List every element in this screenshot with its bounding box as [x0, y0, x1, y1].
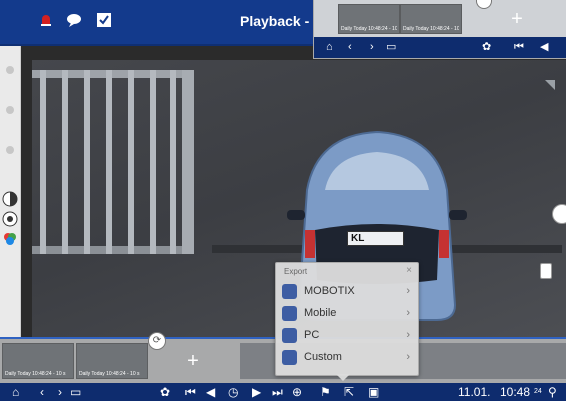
- custom-icon: [282, 350, 297, 365]
- chevron-right-icon: ›: [406, 307, 410, 319]
- mini-thumbnail[interactable]: Daily Today 10:48:24 - 10 s: [400, 4, 462, 34]
- date-display: 11.01.: [458, 385, 491, 399]
- previous-icon[interactable]: ‹: [348, 40, 352, 54]
- step-back-icon[interactable]: ◀: [206, 384, 215, 400]
- bottom-toolbar: ⌂ ‹ › ▭ ✿ ⏮ ◀ ◷ ▶ ⏭ ⊕ ⚑ ⇱ ▣ 11.01. 10:48…: [0, 383, 566, 401]
- mini-toolbar: ⌂ ‹ › ▭ ✿ ⏮ ◀: [314, 37, 566, 58]
- export-option-mobotix[interactable]: MOBOTIX ›: [282, 281, 412, 303]
- popup-pointer: [336, 374, 350, 381]
- rail-dot: [6, 106, 14, 114]
- close-icon[interactable]: ×: [406, 265, 412, 276]
- chevron-right-icon: ›: [406, 329, 410, 341]
- skip-forward-icon[interactable]: ⏭: [272, 384, 283, 400]
- previous-icon[interactable]: ‹: [40, 384, 44, 400]
- thumbnail-caption: Daily Today 10:48:24 - 10 s: [79, 371, 140, 377]
- option-label: Custom: [304, 351, 342, 363]
- contrast-icon[interactable]: [2, 191, 18, 207]
- option-label: PC: [304, 329, 320, 341]
- camera-select-icon[interactable]: ▭: [386, 40, 396, 54]
- comment-icon[interactable]: [66, 12, 82, 28]
- skip-back-icon[interactable]: ⏮: [185, 384, 196, 400]
- seconds-display: 24: [534, 388, 542, 395]
- rail-dot: [6, 66, 14, 74]
- settings-icon[interactable]: ✿: [160, 384, 170, 400]
- thumbnail-caption: Daily Today 10:48:24 - 10 s: [341, 26, 397, 32]
- export-option-mobile[interactable]: Mobile ›: [282, 303, 412, 325]
- thumbnail-caption: Daily Today 10:48:24 - 10 s: [5, 371, 66, 377]
- next-camera-handle[interactable]: [552, 204, 566, 224]
- export-popup: Export × MOBOTIX › Mobile › PC › Custom …: [275, 262, 419, 376]
- flag-icon[interactable]: ⚑: [320, 384, 331, 400]
- checkbox-icon[interactable]: [96, 12, 112, 28]
- sync-icon[interactable]: ⟳: [148, 332, 166, 350]
- mini-filmstrip-panel: Daily Today 10:48:24 - 10 s Daily Today …: [313, 0, 566, 59]
- home-icon[interactable]: ⌂: [12, 384, 19, 400]
- next-icon[interactable]: ›: [370, 40, 374, 54]
- license-plate: KL: [347, 231, 404, 246]
- camera-select-icon[interactable]: ▭: [70, 384, 81, 400]
- option-label: Mobile: [304, 307, 337, 319]
- zoom-icon[interactable]: ⊕: [292, 384, 302, 400]
- pc-icon: [282, 328, 297, 343]
- popup-title: Export: [284, 267, 308, 276]
- sliding-gate: [32, 70, 194, 254]
- home-icon[interactable]: ⌂: [326, 40, 333, 54]
- left-rail: [0, 46, 21, 346]
- pin-icon[interactable]: ⚲: [548, 384, 557, 400]
- time-display: 10:48: [500, 385, 531, 399]
- export-icon[interactable]: ⇱: [344, 384, 354, 400]
- skip-back-icon[interactable]: ⏮: [514, 40, 524, 54]
- alarm-icon[interactable]: [38, 12, 54, 28]
- mobotix-icon: [282, 284, 297, 299]
- settings-icon[interactable]: ✿: [482, 40, 491, 54]
- thumbnail-caption: Daily Today 10:48:24 - 10 s: [403, 26, 459, 32]
- play-icon[interactable]: ▶: [252, 384, 261, 400]
- mini-thumbnail[interactable]: Daily Today 10:48:24 - 10 s: [338, 4, 400, 34]
- filmstrip-thumbnail[interactable]: Daily Today 10:48:24 - 10 s: [76, 343, 148, 379]
- chevron-right-icon: ›: [406, 285, 410, 297]
- brightness-icon[interactable]: [2, 211, 18, 227]
- mobile-icon: [282, 306, 297, 321]
- snapshot-icon[interactable]: ▣: [368, 384, 379, 400]
- option-label: MOBOTIX: [304, 285, 355, 297]
- page-title: Playback - G: [240, 13, 325, 29]
- export-option-pc[interactable]: PC ›: [282, 325, 412, 347]
- side-panel-handle[interactable]: [540, 263, 552, 279]
- filmstrip-thumbnail[interactable]: Daily Today 10:48:24 - 10 s: [2, 343, 74, 379]
- next-icon[interactable]: ›: [58, 384, 62, 400]
- export-option-custom[interactable]: Custom ›: [282, 347, 412, 369]
- step-back-icon[interactable]: ◀: [540, 40, 548, 54]
- chevron-right-icon: ›: [406, 351, 410, 363]
- rail-dot: [6, 146, 14, 154]
- color-balance-icon[interactable]: [2, 231, 18, 247]
- clock-icon[interactable]: ◷: [228, 384, 238, 400]
